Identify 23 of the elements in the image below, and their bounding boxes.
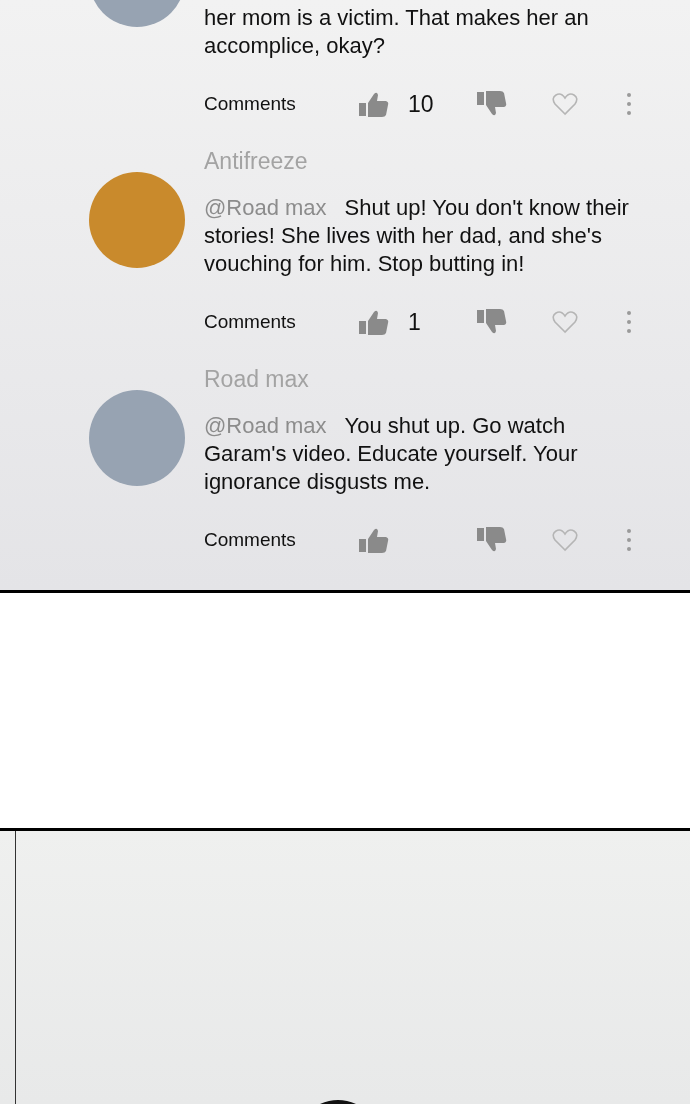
comment-text: @Road max Shut up! You don't know their stories! She lives with her dad, and she's vouching for him. Stop butting in! (204, 194, 630, 278)
thumbs-up-icon[interactable] (358, 526, 390, 554)
thumbs-down-icon[interactable] (476, 308, 508, 336)
comments-link[interactable]: Comments (204, 307, 358, 337)
thumbs-down-icon[interactable] (476, 526, 508, 554)
more-options-icon[interactable] (626, 310, 632, 334)
more-options-icon[interactable] (626, 528, 632, 552)
username: Road max (204, 365, 310, 394)
username: Antifreeze (204, 147, 309, 176)
thumbs-up-icon[interactable] (358, 308, 390, 336)
comment-text: @Road max You shut up. Go watch Garam's video. Educate yourself. Your ignorance disgusts me. (204, 412, 579, 496)
more-options-icon[interactable] (626, 92, 632, 116)
heart-icon[interactable] (552, 528, 578, 552)
comments-link[interactable]: Comments (204, 525, 358, 555)
comments-link[interactable]: Comments (204, 89, 358, 119)
heart-icon[interactable] (552, 310, 578, 334)
like-count: 1 (408, 308, 421, 335)
thumbs-up-icon[interactable] (358, 90, 390, 118)
like-count: 10 (408, 90, 434, 117)
heart-icon[interactable] (552, 92, 578, 116)
thumbs-down-icon[interactable] (476, 90, 508, 118)
arc-drawing (318, 1098, 358, 1104)
comment-text: her mom is a victim. That makes her an accomplice, okay? (204, 4, 590, 60)
